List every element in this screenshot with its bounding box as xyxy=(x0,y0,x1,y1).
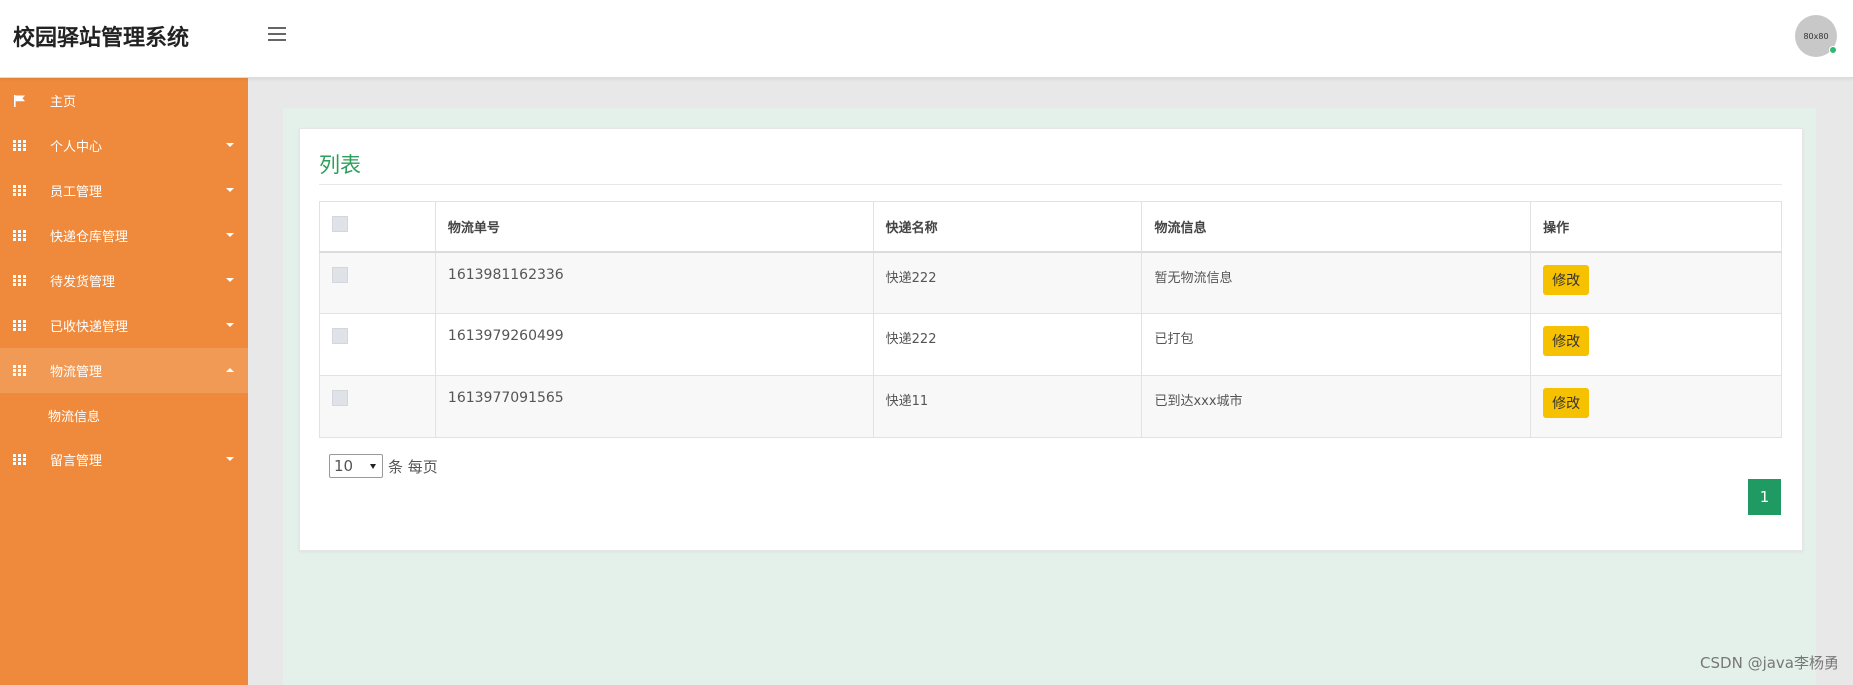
sidebar-item-received[interactable]: 已收快递管理 xyxy=(0,303,248,348)
sidebar-item-label: 留言管理 xyxy=(50,454,103,469)
sidebar-item-label: 已收快递管理 xyxy=(50,320,129,335)
chevron-down-icon xyxy=(226,457,234,461)
edit-button[interactable]: 修改 xyxy=(1543,326,1590,356)
per-page-label: 条 每页 xyxy=(388,457,438,476)
courier-name: 快递222 xyxy=(872,251,1143,314)
sidebar-item-label: 快递仓库管理 xyxy=(50,230,129,245)
watermark: CSDN @java李杨勇 xyxy=(1700,654,1839,672)
list-card: 列表 物流单号 快递名称 物流信息 操作 1613981162336 快递222 xyxy=(299,128,1803,551)
menu-toggle-icon[interactable] xyxy=(268,27,288,45)
dropdown-arrow-icon xyxy=(370,464,376,469)
courier-name: 快递222 xyxy=(872,313,1143,376)
tracking-number: 1613981162336 xyxy=(434,251,874,314)
page-size-select[interactable]: 10 xyxy=(329,454,383,478)
edit-button[interactable]: 修改 xyxy=(1543,388,1590,418)
sidebar: 主页 个人中心 员工管理 快递仓库管理 待发货管理 已收快递管理 物流管理 物流… xyxy=(0,78,248,685)
page-number-button[interactable]: 1 xyxy=(1748,479,1781,515)
grid-icon xyxy=(13,453,27,466)
top-header: 校园驿站管理系统 80x80 xyxy=(0,0,1853,78)
sidebar-item-pending-shipment[interactable]: 待发货管理 xyxy=(0,258,248,303)
grid-icon xyxy=(13,319,27,332)
chevron-down-icon xyxy=(226,278,234,282)
logistics-info: 暂无物流信息 xyxy=(1141,251,1532,314)
row-checkbox[interactable] xyxy=(332,390,348,406)
grid-icon xyxy=(13,184,27,197)
column-header: 快递名称 xyxy=(872,201,1143,252)
sidebar-item-staff[interactable]: 员工管理 xyxy=(0,168,248,213)
table-row: 1613977091565 快递11 已到达xxx城市 修改 xyxy=(319,375,1782,438)
tracking-number: 1613979260499 xyxy=(434,313,874,376)
grid-icon xyxy=(13,364,27,377)
sidebar-item-logistics[interactable]: 物流管理 xyxy=(0,348,248,393)
logistics-table: 物流单号 快递名称 物流信息 操作 1613981162336 快递222 暂无… xyxy=(319,201,1782,438)
select-all-cell xyxy=(319,201,436,252)
grid-icon xyxy=(13,139,27,152)
divider xyxy=(319,184,1782,185)
app-title: 校园驿站管理系统 xyxy=(13,26,190,51)
column-header: 物流单号 xyxy=(434,201,874,252)
online-status-dot xyxy=(1829,46,1837,54)
chevron-down-icon xyxy=(226,188,234,192)
sidebar-item-personal-center[interactable]: 个人中心 xyxy=(0,123,248,168)
logistics-info: 已到达xxx城市 xyxy=(1141,375,1532,438)
table-row: 1613981162336 快递222 暂无物流信息 修改 xyxy=(319,251,1782,314)
tracking-number: 1613977091565 xyxy=(434,375,874,438)
logistics-info: 已打包 xyxy=(1141,313,1532,376)
table-header-row: 物流单号 快递名称 物流信息 操作 xyxy=(319,201,1782,252)
page-size-control: 10 条 每页 xyxy=(329,454,438,478)
sidebar-item-warehouse[interactable]: 快递仓库管理 xyxy=(0,213,248,258)
select-all-checkbox[interactable] xyxy=(332,216,348,233)
chevron-up-icon xyxy=(226,368,234,372)
table-row: 1613979260499 快递222 已打包 修改 xyxy=(319,313,1782,376)
sidebar-item-label: 物流管理 xyxy=(50,365,103,380)
avatar[interactable]: 80x80 xyxy=(1795,15,1837,57)
chevron-down-icon xyxy=(226,323,234,327)
chevron-down-icon xyxy=(226,233,234,237)
sidebar-subitem-logistics-info[interactable]: 物流信息 xyxy=(0,393,248,437)
flag-icon xyxy=(14,94,25,107)
sidebar-item-label: 员工管理 xyxy=(50,185,103,200)
edit-button[interactable]: 修改 xyxy=(1543,264,1590,295)
column-header: 物流信息 xyxy=(1141,201,1532,252)
column-header: 操作 xyxy=(1530,201,1782,252)
avatar-text: 80x80 xyxy=(1803,31,1829,41)
sidebar-item-label: 待发货管理 xyxy=(50,275,116,290)
sidebar-item-home[interactable]: 主页 xyxy=(0,78,248,123)
sidebar-item-messages[interactable]: 留言管理 xyxy=(0,437,248,482)
sidebar-item-label: 主页 xyxy=(50,95,77,110)
grid-icon xyxy=(13,274,27,287)
card-title: 列表 xyxy=(319,153,361,177)
row-checkbox[interactable] xyxy=(332,266,348,283)
row-checkbox[interactable] xyxy=(332,328,348,344)
sidebar-subitem-label: 物流信息 xyxy=(48,409,101,425)
page-size-value: 10 xyxy=(334,457,354,475)
grid-icon xyxy=(13,229,27,242)
chevron-down-icon xyxy=(226,143,234,147)
courier-name: 快递11 xyxy=(872,375,1143,438)
sidebar-item-label: 个人中心 xyxy=(50,140,103,155)
